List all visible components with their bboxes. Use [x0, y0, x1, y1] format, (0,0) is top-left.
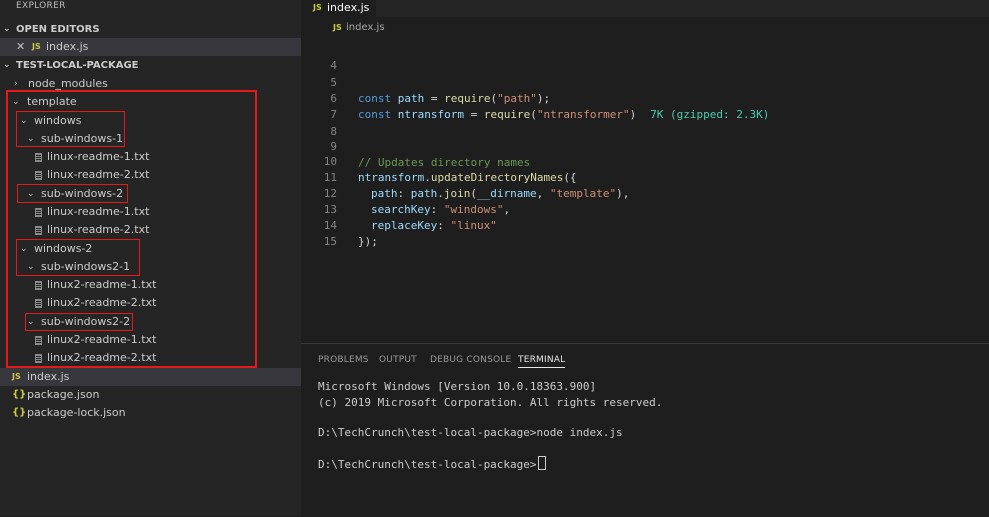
breadcrumb-label: index.js	[346, 22, 385, 33]
chevron-down-icon: ⌄	[20, 116, 28, 126]
tree-file[interactable]: linux-readme-1.txt	[0, 203, 301, 221]
text-file-icon	[35, 171, 42, 180]
project-header[interactable]: ⌄ TEST-LOCAL-PACKAGE	[0, 57, 301, 74]
tree-file[interactable]: linux2-readme-1.txt	[0, 276, 301, 294]
code-line: 11 path: path.join(__dirname, "template"…	[301, 154, 989, 200]
chevron-down-icon: ⌄	[27, 317, 35, 327]
tab-output[interactable]: OUTPUT	[379, 353, 417, 367]
code-line: 6 const ntransform = require("ntransform…	[301, 75, 989, 121]
chevron-down-icon: ⌄	[3, 24, 11, 34]
terminal-line: D:\TechCrunch\test-local-package>node in…	[318, 426, 623, 439]
code-line: 12 searchKey: "windows",	[301, 170, 989, 216]
tab-terminal[interactable]: TERMINAL	[518, 353, 566, 368]
tab-problems[interactable]: PROBLEMS	[318, 353, 369, 367]
editor-tab-bar: JS index.js	[301, 0, 989, 17]
open-editor-label: index.js	[46, 40, 89, 53]
line-number: 15	[323, 235, 337, 248]
tree-file-package-lock-json[interactable]: {} package-lock.json	[0, 404, 301, 422]
chevron-down-icon: ⌄	[3, 60, 11, 70]
tab-label: index.js	[327, 1, 370, 14]
json-file-icon: {}	[12, 389, 27, 400]
explorer-sidebar: EXPLORER ⌄ OPEN EDITORS ✕ JS index.js ⌄ …	[0, 0, 301, 516]
text-file-icon	[35, 208, 42, 217]
tree-file-package-json[interactable]: {} package.json	[0, 386, 301, 404]
tree-file[interactable]: linux2-readme-2.txt	[0, 349, 301, 367]
code-line: 14 });	[301, 202, 989, 248]
chevron-right-icon: ›	[14, 79, 18, 89]
text-file-icon	[35, 281, 42, 290]
terminal-cursor	[537, 456, 546, 470]
text-file-icon	[35, 226, 42, 235]
json-file-icon: {}	[12, 407, 27, 418]
tab-index-js[interactable]: JS index.js	[301, 0, 376, 17]
tree-file[interactable]: linux-readme-2.txt	[0, 221, 301, 239]
chevron-down-icon: ⌄	[27, 262, 35, 272]
code-line: 5 const path = require("path");	[301, 59, 989, 105]
chevron-down-icon: ⌄	[27, 189, 35, 199]
breadcrumb[interactable]: JS index.js	[301, 20, 989, 36]
tab-debug-console[interactable]: DEBUG CONSOLE	[430, 353, 511, 367]
code-editor[interactable]: 4 5 const path = require("path"); 6 cons…	[301, 42, 989, 342]
chevron-down-icon: ⌄	[12, 97, 20, 107]
code-line: 15	[301, 218, 989, 248]
code-line: 13 replaceKey: "linux"	[301, 186, 989, 232]
chevron-down-icon: ⌄	[20, 244, 28, 254]
tree-folder-sub-windows2-1[interactable]: ⌄ sub-windows2-1	[0, 258, 301, 276]
tree-file[interactable]: linux2-readme-2.txt	[0, 294, 301, 312]
code-line: 9 // Updates directory names	[301, 123, 989, 169]
text-file-icon	[35, 336, 42, 345]
tree-folder-template[interactable]: ⌄ template	[0, 93, 301, 111]
code-line: 10 ntransform.updateDirectoryNames({	[301, 138, 989, 184]
tree-folder-windows[interactable]: ⌄ windows	[0, 112, 301, 130]
open-editor-item-index-js[interactable]: ✕ JS index.js	[0, 38, 301, 56]
tree-folder-sub-windows2-2[interactable]: ⌄ sub-windows2-2	[0, 313, 301, 331]
tree-folder-node-modules[interactable]: › node_modules	[0, 75, 301, 93]
close-icon[interactable]: ✕	[16, 38, 25, 56]
terminal-line: Microsoft Windows [Version 10.0.18363.90…	[318, 380, 597, 393]
terminal-prompt[interactable]: D:\TechCrunch\test-local-package>	[318, 456, 546, 472]
js-file-icon: JS	[32, 42, 41, 51]
tree-folder-sub-windows-1[interactable]: ⌄ sub-windows-1	[0, 130, 301, 148]
tree-folder-sub-windows-2[interactable]: ⌄ sub-windows-2	[0, 185, 301, 203]
code-line: 8	[301, 108, 989, 138]
js-file-icon: JS	[313, 3, 322, 12]
terminal-line: (c) 2019 Microsoft Corporation. All righ…	[318, 396, 663, 409]
explorer-title: EXPLORER	[16, 1, 66, 11]
text-file-icon	[35, 153, 42, 162]
js-file-icon: JS	[12, 372, 21, 381]
tree-folder-windows-2[interactable]: ⌄ windows-2	[0, 240, 301, 258]
chevron-down-icon: ⌄	[27, 134, 35, 144]
tree-file-index-js[interactable]: JS index.js	[0, 368, 301, 386]
tree-file[interactable]: linux2-readme-1.txt	[0, 331, 301, 349]
tree-file[interactable]: linux-readme-2.txt	[0, 166, 301, 184]
code-line: 7	[301, 91, 989, 121]
code-line: 4	[301, 42, 989, 72]
bottom-panel: PROBLEMS OUTPUT DEBUG CONSOLE TERMINAL M…	[301, 343, 989, 517]
open-editors-header[interactable]: ⌄ OPEN EDITORS	[0, 21, 301, 38]
tree-file[interactable]: linux-readme-1.txt	[0, 148, 301, 166]
text-file-icon	[35, 299, 42, 308]
js-file-icon: JS	[333, 23, 342, 32]
text-file-icon	[35, 354, 42, 363]
